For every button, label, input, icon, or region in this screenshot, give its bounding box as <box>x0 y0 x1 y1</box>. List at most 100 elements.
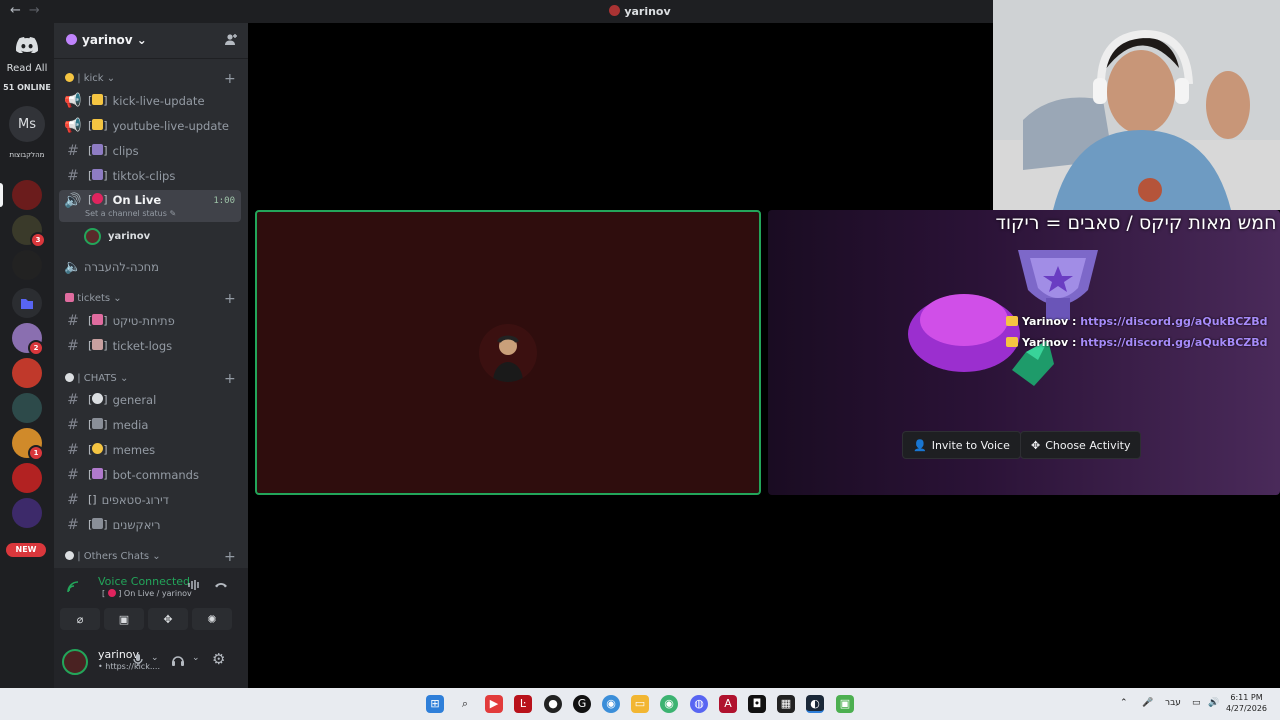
channel-bot-commands[interactable]: #[] bot-commands <box>59 463 241 486</box>
server-header[interactable]: yarinov ⌄ <box>54 23 248 59</box>
voice-member[interactable]: yarinov <box>84 228 150 245</box>
voice-tile-yarinov[interactable] <box>255 210 761 495</box>
discord-home-icon[interactable] <box>12 30 42 60</box>
channel-waiting[interactable]: 🔈 מחכה-להעברה <box>59 255 241 278</box>
camera-off-button[interactable]: ⌀ <box>60 608 100 630</box>
search-icon[interactable]: ⌕ <box>456 695 474 713</box>
clock[interactable]: 6:11 PM 4/27/2026 <box>1226 692 1267 714</box>
speech-bubble-icon <box>92 393 104 404</box>
headphones-icon[interactable] <box>171 653 185 670</box>
category-tickets[interactable]: tickets ⌄ + <box>65 291 236 307</box>
activities-button[interactable]: ✥ <box>148 608 188 630</box>
app-icon-6[interactable]: ◘ <box>748 695 766 713</box>
language-indicator[interactable]: עבר <box>1165 698 1181 708</box>
server-icon-9[interactable] <box>12 463 42 493</box>
channel-setups[interactable]: #[] דירוג-סטאפים <box>59 488 241 511</box>
chevron-down-icon[interactable]: ⌄ <box>192 653 200 663</box>
server-heb-label[interactable]: מהלקבוצות <box>3 151 51 159</box>
envelope-icon <box>65 293 74 302</box>
category-chats[interactable]: | CHATS ⌄ + <box>65 371 236 387</box>
server-icon-7[interactable] <box>12 393 42 423</box>
hash-icon: # <box>67 142 79 159</box>
clapper-icon <box>92 169 104 180</box>
channel-media[interactable]: #[] media <box>59 413 241 436</box>
add-channel-icon[interactable]: + <box>224 549 236 565</box>
settings-gear-icon[interactable]: ⚙ <box>212 650 225 668</box>
add-channel-icon[interactable]: + <box>224 291 236 307</box>
channel-on-live[interactable]: 🔊[] On Live 1:00 Set a channel status ✎ <box>59 190 241 222</box>
channel-kick-live-update[interactable]: 📢[] kick-live-update <box>59 89 241 112</box>
microphone-icon[interactable]: 🎤 <box>1142 698 1153 708</box>
avatar <box>479 324 537 382</box>
add-user-icon[interactable] <box>224 33 238 51</box>
megaphone-icon: 📢 <box>64 117 82 134</box>
hash-icon: # <box>67 391 79 408</box>
channel-general[interactable]: #[] general <box>59 388 241 411</box>
webcam-image <box>993 0 1280 210</box>
app-icon-9[interactable]: ▣ <box>836 695 854 713</box>
channel-open-ticket[interactable]: #[] פתיחת-טיקט <box>59 309 241 332</box>
app-icon-4[interactable]: G <box>573 695 591 713</box>
channel-clips[interactable]: #[] clips <box>59 139 241 162</box>
voice-status[interactable]: Voice Connected <box>98 575 190 588</box>
channel-ticket-logs[interactable]: #[] ticket-logs <box>59 334 241 357</box>
server-icon-6[interactable] <box>12 358 42 388</box>
microphone-icon[interactable] <box>132 653 144 670</box>
chevron-down-icon[interactable]: ⌄ <box>151 653 159 663</box>
soundboard-button[interactable]: ✺ <box>192 608 232 630</box>
read-all-button[interactable]: Read All <box>0 63 54 74</box>
server-ms[interactable]: Ms <box>9 106 45 142</box>
new-badge: NEW <box>6 543 46 557</box>
add-channel-icon[interactable]: + <box>224 371 236 387</box>
chevron-up-icon[interactable]: ⌃ <box>1120 698 1128 708</box>
hash-icon: # <box>67 312 79 329</box>
app-icon-adobe[interactable]: A <box>719 695 737 713</box>
chrome-icon[interactable]: ◉ <box>602 695 620 713</box>
category-kick[interactable]: | kick ⌄ + <box>65 71 236 87</box>
file-explorer-icon[interactable]: ▭ <box>631 695 649 713</box>
discord-taskbar-icon[interactable]: ◍ <box>690 695 708 713</box>
note-icon <box>92 339 104 350</box>
server-badge: 2 <box>28 340 44 356</box>
network-icon[interactable]: ▭ <box>1192 698 1201 708</box>
chat-line: Yarinov : https://discord.gg/aQukBCZBd <box>1006 315 1268 328</box>
red-circle-icon <box>107 589 116 597</box>
screen-share-button[interactable]: ▣ <box>104 608 144 630</box>
avatar[interactable] <box>62 649 88 675</box>
disconnect-icon[interactable] <box>214 578 228 596</box>
megaphone-icon: 📢 <box>64 92 82 109</box>
soundboard-icon: ✺ <box>207 612 217 626</box>
robot-icon <box>92 468 104 479</box>
selected-server-pill <box>0 183 3 207</box>
app-icon-2[interactable]: Ŀ <box>514 695 532 713</box>
hash-icon: # <box>67 167 79 184</box>
channel-youtube-live-update[interactable]: 📢[] youtube-live-update <box>59 114 241 137</box>
server-rail: Read All 51 ONLINE Ms מהלקבוצות 3 2 1 NE… <box>0 23 54 688</box>
signal-icon[interactable] <box>66 580 80 597</box>
server-icon-3[interactable] <box>12 250 42 280</box>
invite-to-voice-button[interactable]: 👤 Invite to Voice <box>902 431 1021 459</box>
chrome-icon-2[interactable]: ◉ <box>660 695 678 713</box>
volume-icon[interactable]: 🔊 <box>1208 698 1219 708</box>
windows-taskbar: ⊞ ⌕ ▶ Ŀ ● G ◉ ▭ ◉ ◍ A ◘ ▦ ◐ ▣ ⌃ 🎤 עבר ▭ … <box>0 688 1280 720</box>
camera-icon <box>92 518 104 529</box>
app-icon-red[interactable]: ▶ <box>485 695 503 713</box>
channel-tiktok-clips[interactable]: #[] tiktok-clips <box>59 164 241 187</box>
app-icon-3[interactable]: ● <box>544 695 562 713</box>
channel-memes[interactable]: #[] memes <box>59 438 241 461</box>
channel-status[interactable]: Set a channel status ✎ <box>85 209 176 218</box>
server-yarinov[interactable] <box>12 180 42 210</box>
app-icon-7[interactable]: ▦ <box>777 695 795 713</box>
clapper-icon <box>92 144 104 155</box>
category-others[interactable]: | Others Chats ⌄ + <box>65 549 236 565</box>
server-icon-10[interactable] <box>12 498 42 528</box>
steam-icon[interactable]: ◐ <box>806 695 824 713</box>
add-channel-icon[interactable]: + <box>224 71 236 87</box>
start-windows-icon[interactable]: ⊞ <box>426 695 444 713</box>
noise-suppression-icon[interactable] <box>187 578 201 596</box>
channel-reactions[interactable]: #[] ריאקשנים <box>59 513 241 536</box>
choose-activity-button[interactable]: ✥ Choose Activity <box>1020 431 1142 459</box>
hash-icon: # <box>67 466 79 483</box>
chevron-down-icon: ⌄ <box>136 33 147 47</box>
folder-icon[interactable] <box>12 288 42 318</box>
